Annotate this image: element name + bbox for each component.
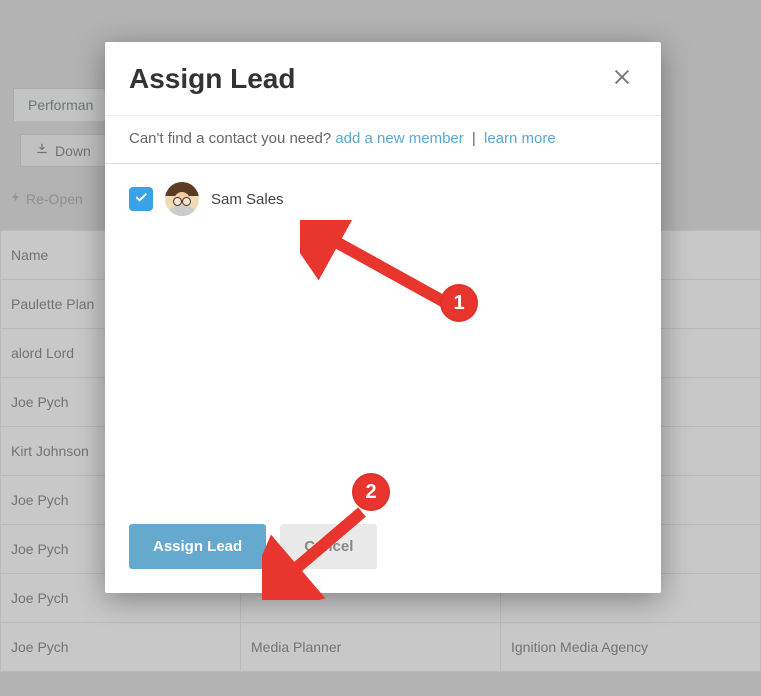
modal-footer: Assign Lead Cancel [105, 514, 661, 593]
annotation-marker-2: 2 [352, 473, 390, 511]
add-member-link[interactable]: add a new member [335, 130, 463, 147]
marker-1-label: 1 [453, 292, 464, 315]
contact-name: Sam Sales [211, 191, 284, 208]
check-icon [133, 189, 149, 209]
avatar [165, 182, 199, 216]
close-button[interactable] [607, 62, 637, 95]
annotation-marker-1: 1 [440, 284, 478, 322]
marker-2-label: 2 [365, 481, 376, 504]
modal-title: Assign Lead [129, 63, 295, 95]
contact-row: Sam Sales [129, 182, 637, 216]
modal-header: Assign Lead [105, 42, 661, 116]
link-separator: | [472, 130, 476, 147]
modal-subtext: Can't find a contact you need? add a new… [105, 116, 661, 164]
subtext-prompt: Can't find a contact you need? [129, 130, 331, 147]
assign-lead-modal: Assign Lead Can't find a contact you nee… [105, 42, 661, 593]
cancel-button[interactable]: Cancel [280, 524, 377, 569]
modal-body: Sam Sales [105, 164, 661, 514]
contact-checkbox[interactable] [129, 187, 153, 211]
close-icon [611, 66, 633, 91]
assign-lead-button[interactable]: Assign Lead [129, 524, 266, 569]
learn-more-link[interactable]: learn more [484, 130, 556, 147]
